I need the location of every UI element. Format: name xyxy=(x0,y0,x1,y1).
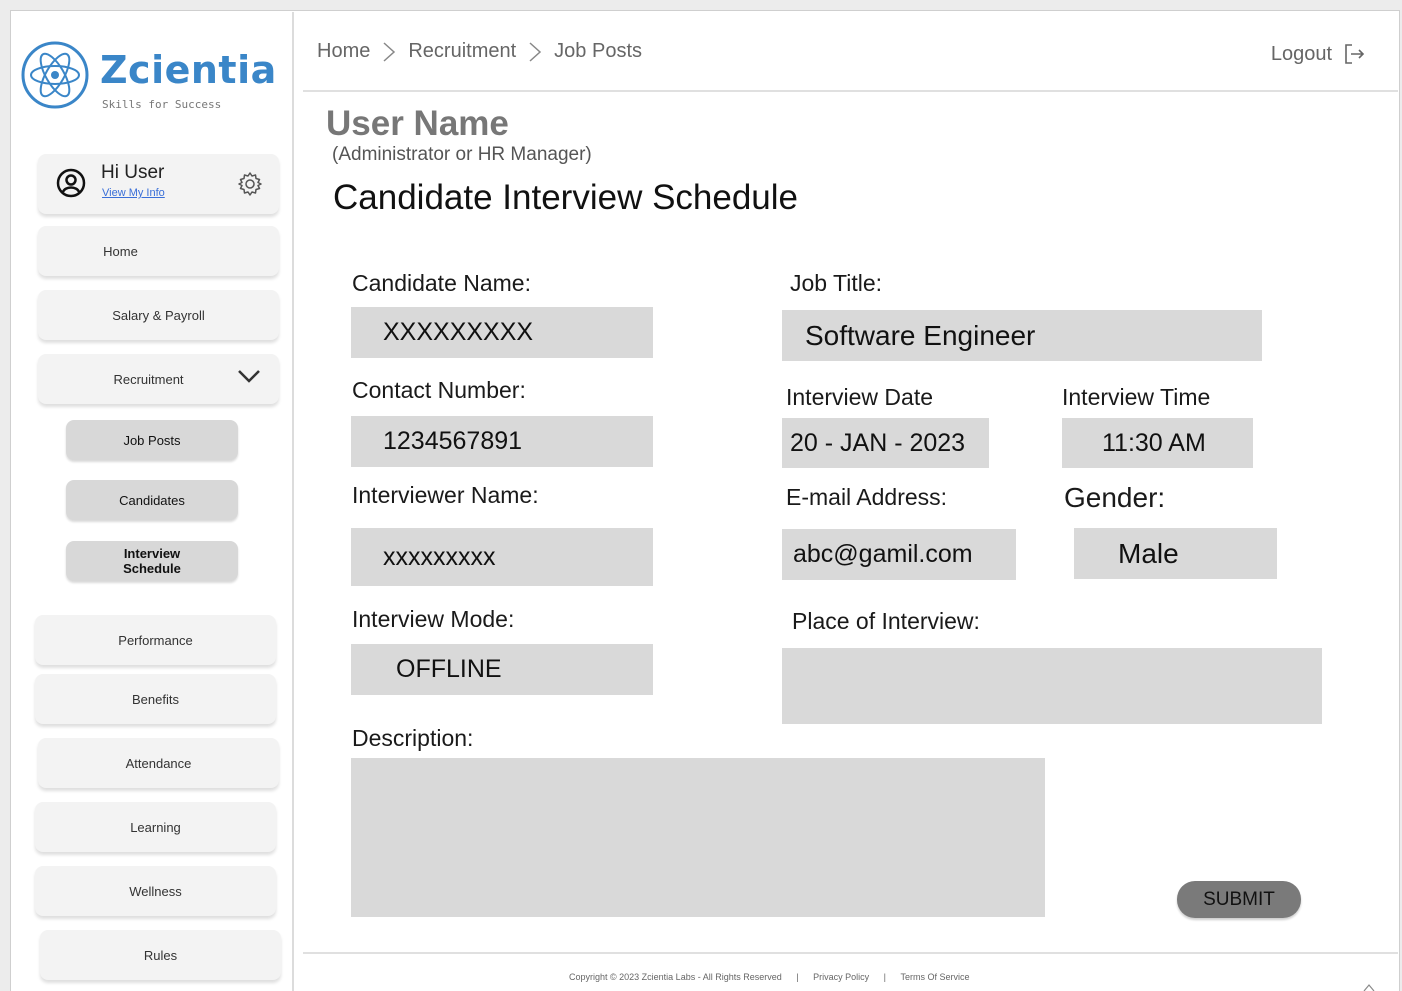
sidebar-item-wellness[interactable]: Wellness xyxy=(35,866,276,916)
sidebar-item-label: Learning xyxy=(130,819,181,835)
footer-separator: | xyxy=(883,972,886,982)
logout-button[interactable]: Logout xyxy=(1271,42,1366,66)
candidate-name-label: Candidate Name: xyxy=(352,270,531,296)
sidebar-item-benefits[interactable]: Benefits xyxy=(35,674,276,724)
interviewer-name-label: Interviewer Name: xyxy=(352,482,539,508)
sidebar-item-learning[interactable]: Learning xyxy=(35,802,276,852)
interview-mode-field[interactable]: OFFLINE xyxy=(351,644,653,695)
job-title-value: Software Engineer xyxy=(805,319,1036,351)
breadcrumb-recruitment[interactable]: Recruitment xyxy=(408,40,516,63)
privacy-policy-link[interactable]: Privacy Policy xyxy=(813,972,869,982)
brand-logo[interactable]: Zcientia Skills for Success xyxy=(20,40,290,120)
description-label: Description: xyxy=(352,725,474,751)
gear-icon[interactable] xyxy=(237,171,263,197)
sidebar: Zcientia Skills for Success Hi User View… xyxy=(12,12,294,991)
user-greeting: Hi User xyxy=(101,162,165,183)
interview-time-label: Interview Time xyxy=(1062,384,1211,410)
place-of-interview-field[interactable] xyxy=(782,648,1322,724)
sidebar-subitem-candidates[interactable]: Candidates xyxy=(66,480,238,520)
contact-number-label: Contact Number: xyxy=(352,377,526,403)
sidebar-subitem-label: Interview Schedule xyxy=(123,546,181,576)
page-title: Candidate Interview Schedule xyxy=(333,178,799,217)
view-my-info-link[interactable]: View My Info xyxy=(102,187,165,199)
atom-logo-icon xyxy=(21,41,89,109)
interview-date-value: 20 - JAN - 2023 xyxy=(790,428,966,457)
email-label: E-mail Address: xyxy=(786,484,948,510)
candidate-name-field[interactable]: XXXXXXXXX xyxy=(351,307,653,358)
interview-mode-label: Interview Mode: xyxy=(352,606,515,632)
sidebar-item-label: Benefits xyxy=(132,691,179,707)
copyright-text: Copyright © 2023 Zcientia Labs - All Rig… xyxy=(569,972,782,982)
sidebar-item-label: Salary & Payroll xyxy=(112,307,205,323)
job-title-label: Job Title: xyxy=(790,270,883,296)
interview-date-field[interactable]: 20 - JAN - 2023 xyxy=(782,418,989,468)
gender-label: Gender: xyxy=(1064,482,1166,513)
top-header: Home Recruitment Job Posts Logout xyxy=(303,12,1398,92)
footer: Copyright © 2023 Zcientia Labs - All Rig… xyxy=(303,952,1398,991)
logout-icon xyxy=(1345,44,1365,64)
interview-time-field[interactable]: 11:30 AM xyxy=(1062,418,1253,468)
brand-name: Zcientia xyxy=(100,48,277,92)
sidebar-item-label: Recruitment xyxy=(113,371,184,387)
terms-of-service-link[interactable]: Terms Of Service xyxy=(901,972,970,982)
interview-date-label: Interview Date xyxy=(786,384,934,410)
sidebar-item-label: Wellness xyxy=(129,883,182,899)
sidebar-item-recruitment[interactable]: Recruitment xyxy=(38,354,279,404)
breadcrumb-job-posts[interactable]: Job Posts xyxy=(554,40,642,63)
chevron-right-icon xyxy=(383,41,396,62)
interview-mode-value: OFFLINE xyxy=(396,655,502,683)
sidebar-subitem-label: Candidates xyxy=(119,492,185,508)
user-circle-icon xyxy=(56,168,86,198)
user-card: Hi User View My Info xyxy=(38,154,279,214)
chevron-down-icon[interactable] xyxy=(237,368,261,384)
submit-button[interactable]: SUBMIT xyxy=(1177,881,1301,918)
sidebar-subitem-job-posts[interactable]: Job Posts xyxy=(66,420,238,460)
sidebar-item-label: Attendance xyxy=(125,755,192,771)
gender-value: Male xyxy=(1118,537,1179,569)
sidebar-item-label: Home xyxy=(103,243,138,259)
logout-label: Logout xyxy=(1270,42,1332,65)
breadcrumb-home[interactable]: Home xyxy=(317,40,370,63)
interview-time-value: 11:30 AM xyxy=(1102,428,1206,457)
sidebar-item-performance[interactable]: Performance xyxy=(35,615,276,665)
user-role: (Administrator or HR Manager) xyxy=(332,144,592,165)
user-name-heading: User Name xyxy=(326,104,509,143)
footer-links: Copyright © 2023 Zcientia Labs - All Rig… xyxy=(563,972,976,982)
sidebar-item-salary-payroll[interactable]: Salary & Payroll xyxy=(38,290,279,340)
email-field[interactable]: abc@gamil.com xyxy=(782,529,1016,580)
contact-number-value: 1234567891 xyxy=(383,427,523,455)
sidebar-item-label: Rules xyxy=(143,947,178,963)
email-value: abc@gamil.com xyxy=(793,540,973,568)
sidebar-subitem-label: Job Posts xyxy=(123,432,181,448)
interviewer-name-value: xxxxxxxxx xyxy=(383,542,496,571)
brand-tagline: Skills for Success xyxy=(102,98,222,111)
chevron-right-icon xyxy=(529,41,542,62)
contact-number-field[interactable]: 1234567891 xyxy=(351,416,653,467)
sidebar-item-label: Performance xyxy=(118,632,193,648)
sidebar-item-rules[interactable]: Rules xyxy=(40,930,281,980)
chevron-up-icon[interactable] xyxy=(1362,982,1376,991)
candidate-name-value: XXXXXXXXX xyxy=(383,318,534,346)
breadcrumb: Home Recruitment Job Posts xyxy=(317,40,642,63)
sidebar-subitem-interview-schedule[interactable]: Interview Schedule xyxy=(66,541,238,581)
footer-separator: | xyxy=(796,972,799,982)
job-title-field[interactable]: Software Engineer xyxy=(782,310,1262,361)
sidebar-item-attendance[interactable]: Attendance xyxy=(38,738,279,788)
gender-field[interactable]: Male xyxy=(1074,528,1277,579)
place-of-interview-label: Place of Interview: xyxy=(792,608,980,634)
interviewer-name-field[interactable]: xxxxxxxxx xyxy=(351,528,653,586)
sidebar-item-home[interactable]: Home xyxy=(38,226,279,276)
description-field[interactable] xyxy=(351,758,1045,917)
